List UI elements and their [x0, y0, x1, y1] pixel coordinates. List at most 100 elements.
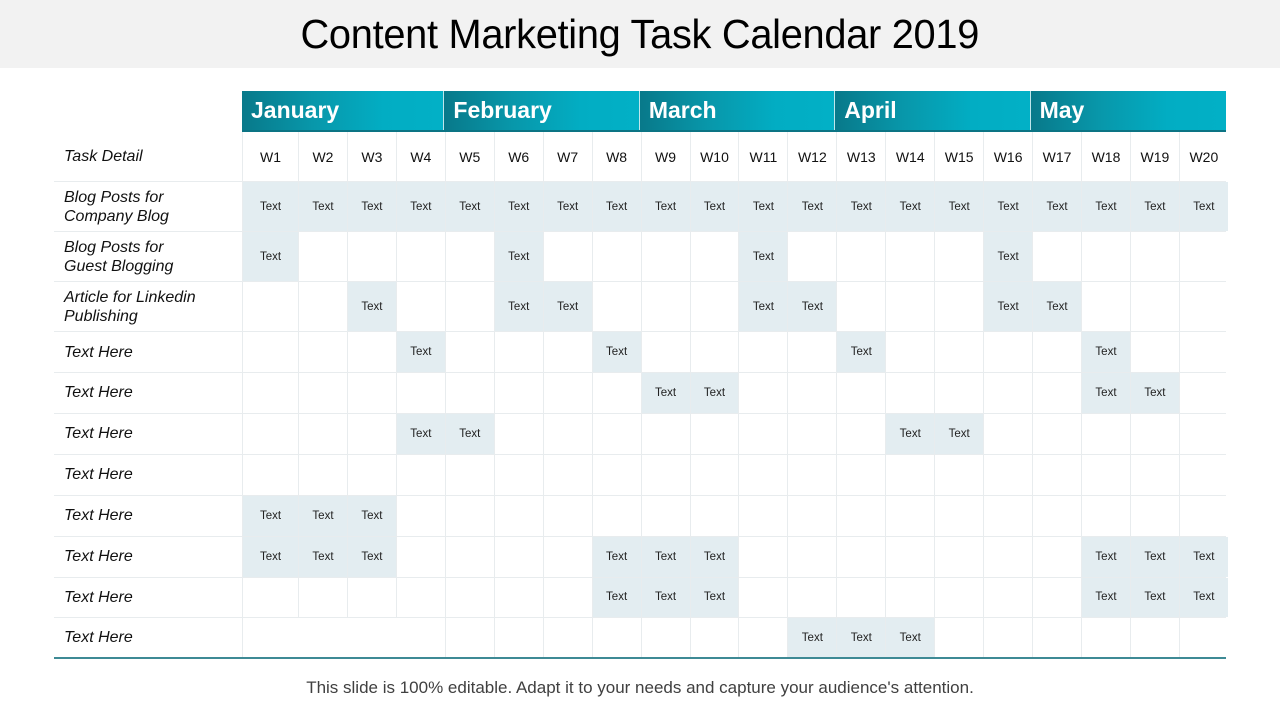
- task-cell-empty[interactable]: [542, 373, 592, 413]
- task-cell-empty[interactable]: [542, 413, 592, 454]
- task-cell-empty[interactable]: [934, 536, 983, 577]
- task-cell-empty[interactable]: [493, 495, 543, 536]
- task-cell-empty[interactable]: [1032, 332, 1081, 372]
- task-cell-filled[interactable]: Text: [689, 182, 739, 231]
- task-cell-empty[interactable]: [298, 232, 347, 281]
- task-cell-empty[interactable]: [787, 577, 836, 617]
- task-cell-empty[interactable]: [444, 282, 494, 331]
- task-cell-empty[interactable]: [1032, 232, 1081, 281]
- task-cell-empty[interactable]: [885, 454, 934, 495]
- task-cell-empty[interactable]: [640, 232, 690, 281]
- task-cell-empty[interactable]: [1032, 577, 1081, 617]
- task-cell-empty[interactable]: [934, 282, 983, 331]
- task-cell-empty[interactable]: [787, 536, 836, 577]
- task-cell-empty[interactable]: [934, 373, 983, 413]
- task-cell-empty[interactable]: [542, 495, 592, 536]
- task-cell-empty[interactable]: [1129, 454, 1179, 495]
- task-cell-empty[interactable]: [298, 282, 347, 331]
- task-cell-filled[interactable]: Text: [242, 232, 298, 281]
- task-cell-empty[interactable]: [1081, 413, 1130, 454]
- task-cell-empty[interactable]: [640, 618, 690, 657]
- task-cell-empty[interactable]: [444, 232, 494, 281]
- task-cell-empty[interactable]: [836, 536, 885, 577]
- task-cell-filled[interactable]: Text: [689, 373, 739, 413]
- task-cell-empty[interactable]: [1178, 618, 1228, 657]
- task-cell-empty[interactable]: [591, 454, 641, 495]
- task-cell-empty[interactable]: [298, 373, 347, 413]
- task-cell-filled[interactable]: Text: [934, 413, 984, 454]
- task-cell-filled[interactable]: Text: [885, 182, 935, 231]
- task-cell-filled[interactable]: Text: [298, 536, 347, 577]
- task-cell-empty[interactable]: [1178, 373, 1228, 413]
- task-cell-empty[interactable]: [1178, 332, 1228, 372]
- task-cell-filled[interactable]: Text: [738, 182, 788, 231]
- task-cell-empty[interactable]: [689, 332, 739, 372]
- task-cell-empty[interactable]: [738, 495, 787, 536]
- task-cell-filled[interactable]: Text: [640, 373, 690, 413]
- task-cell-empty[interactable]: [1178, 232, 1228, 281]
- task-cell-empty[interactable]: [242, 413, 298, 454]
- task-cell-empty[interactable]: [1032, 373, 1081, 413]
- task-cell-empty[interactable]: [542, 618, 592, 657]
- task-cell-empty[interactable]: [444, 536, 494, 577]
- task-cell-empty[interactable]: [885, 373, 934, 413]
- task-cell-empty[interactable]: [787, 454, 836, 495]
- task-cell-empty[interactable]: [738, 413, 787, 454]
- task-cell-filled[interactable]: Text: [689, 577, 739, 617]
- task-cell-empty[interactable]: [242, 454, 298, 495]
- task-cell-empty[interactable]: [738, 577, 787, 617]
- task-cell-filled[interactable]: Text: [1178, 536, 1228, 577]
- task-cell-empty[interactable]: [395, 282, 445, 331]
- task-cell-empty[interactable]: [242, 618, 298, 657]
- task-cell-empty[interactable]: [242, 332, 298, 372]
- task-cell-filled[interactable]: Text: [885, 618, 935, 657]
- task-cell-empty[interactable]: [298, 454, 347, 495]
- task-cell-empty[interactable]: [1081, 618, 1130, 657]
- task-cell-empty[interactable]: [444, 454, 494, 495]
- task-cell-empty[interactable]: [493, 618, 543, 657]
- task-cell-empty[interactable]: [542, 454, 592, 495]
- task-cell-empty[interactable]: [542, 232, 592, 281]
- task-cell-filled[interactable]: Text: [542, 182, 592, 231]
- task-cell-empty[interactable]: [493, 454, 543, 495]
- task-cell-filled[interactable]: Text: [836, 182, 886, 231]
- task-cell-filled[interactable]: Text: [1129, 536, 1179, 577]
- task-cell-filled[interactable]: Text: [591, 577, 641, 617]
- task-cell-filled[interactable]: Text: [738, 282, 788, 331]
- task-cell-empty[interactable]: [346, 454, 396, 495]
- task-cell-empty[interactable]: [298, 413, 347, 454]
- task-cell-filled[interactable]: Text: [983, 232, 1033, 281]
- task-cell-filled[interactable]: Text: [1081, 577, 1130, 617]
- task-cell-empty[interactable]: [444, 577, 494, 617]
- task-cell-empty[interactable]: [1032, 495, 1081, 536]
- task-cell-filled[interactable]: Text: [395, 332, 445, 372]
- task-cell-filled[interactable]: Text: [1081, 373, 1130, 413]
- task-cell-empty[interactable]: [738, 332, 787, 372]
- task-cell-empty[interactable]: [738, 618, 787, 657]
- task-cell-empty[interactable]: [738, 373, 787, 413]
- task-cell-empty[interactable]: [346, 373, 396, 413]
- task-cell-filled[interactable]: Text: [346, 495, 396, 536]
- task-cell-empty[interactable]: [591, 618, 641, 657]
- task-cell-empty[interactable]: [591, 373, 641, 413]
- task-cell-empty[interactable]: [885, 332, 934, 372]
- task-cell-empty[interactable]: [444, 495, 494, 536]
- task-cell-filled[interactable]: Text: [242, 536, 298, 577]
- task-cell-filled[interactable]: Text: [493, 282, 543, 331]
- task-cell-filled[interactable]: Text: [298, 495, 347, 536]
- task-cell-empty[interactable]: [983, 332, 1032, 372]
- task-cell-empty[interactable]: [983, 373, 1032, 413]
- task-cell-empty[interactable]: [1032, 618, 1081, 657]
- task-cell-empty[interactable]: [983, 495, 1032, 536]
- task-cell-empty[interactable]: [1178, 495, 1228, 536]
- task-cell-empty[interactable]: [1032, 454, 1081, 495]
- task-cell-empty[interactable]: [346, 577, 396, 617]
- task-cell-empty[interactable]: [738, 454, 787, 495]
- task-cell-empty[interactable]: [444, 618, 494, 657]
- task-cell-empty[interactable]: [983, 536, 1032, 577]
- task-cell-filled[interactable]: Text: [640, 577, 690, 617]
- task-cell-filled[interactable]: Text: [1081, 332, 1130, 372]
- task-cell-filled[interactable]: Text: [1081, 182, 1130, 231]
- task-cell-filled[interactable]: Text: [1178, 577, 1228, 617]
- task-cell-empty[interactable]: [1129, 495, 1179, 536]
